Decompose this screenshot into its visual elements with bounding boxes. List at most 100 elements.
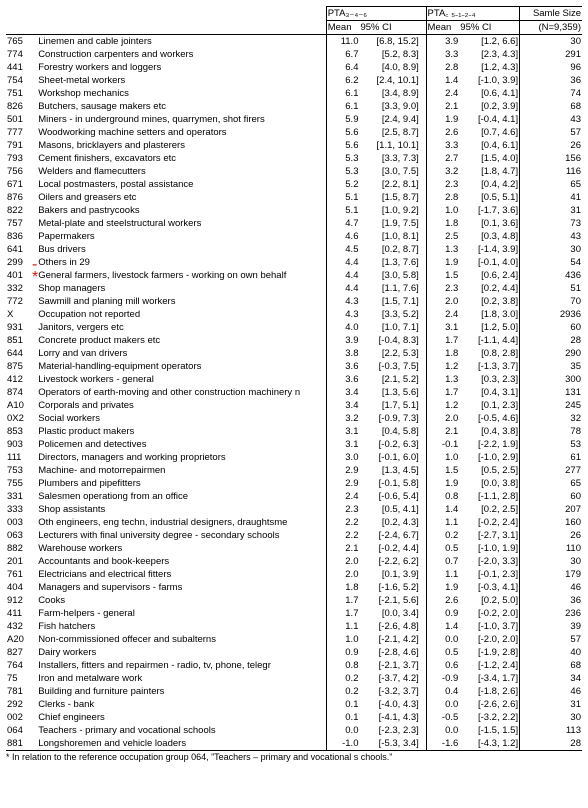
mean2-cell: 1.9: [426, 477, 459, 490]
table-row: 404Managers and supervisors - farms1.8[-…: [6, 581, 582, 594]
n-cell: 46: [520, 581, 582, 594]
mean1-cell: 2.3: [326, 503, 359, 516]
mean1-cell: 3.1: [326, 438, 359, 451]
mean1-cell: 2.9: [326, 477, 359, 490]
mean1-cell: 3.4: [326, 399, 359, 412]
code-cell: 882: [6, 542, 37, 555]
occupation-cell: Sheet-metal workers: [37, 74, 326, 87]
code-cell: 876: [6, 191, 37, 204]
code-cell: 903: [6, 438, 37, 451]
code-cell: X: [6, 308, 37, 321]
occupation-cell: General farmers, livestock farmers - wor…: [37, 269, 326, 282]
ci1-cell: [-2.2, 6.2]: [359, 555, 419, 568]
mean2-cell: 1.2: [426, 360, 459, 373]
n-cell: 207: [520, 503, 582, 516]
footnote: * In relation to the reference occupatio…: [6, 752, 582, 762]
table-row: 764Installers, fitters and repairmen - r…: [6, 659, 582, 672]
mean2-cell: 2.0: [426, 295, 459, 308]
code-cell: 791: [6, 139, 37, 152]
code-cell: 411: [6, 607, 37, 620]
ci2-cell: [0.8, 2.8]: [459, 347, 519, 360]
mean2-cell: 2.0: [426, 412, 459, 425]
ci2-cell: [-1.0, 3.9]: [459, 74, 519, 87]
mean2-cell: 1.0: [426, 451, 459, 464]
table-row: XOccupation not reported4.3[3.3, 5.2]2.4…: [6, 308, 582, 321]
occupation-cell: Masons, bricklayers and plasterers: [37, 139, 326, 152]
mean2-cell: 0.5: [426, 646, 459, 659]
ci1-cell: [-5.3, 3.4]: [359, 737, 419, 751]
n-cell: 68: [520, 100, 582, 113]
occupation-cell: Machine- and motorrepairmen: [37, 464, 326, 477]
ci2-cell: [0.4, 3.8]: [459, 425, 519, 438]
occupation-cell: Corporals and privates: [37, 399, 326, 412]
ci2-cell: [-1.0, 1.9]: [459, 542, 519, 555]
occupation-cell: Workshop mechanics: [37, 87, 326, 100]
table-row: 644Lorry and van drivers3.8[2.2, 5.3]1.8…: [6, 347, 582, 360]
table-row: 755Plumbers and pipefitters2.9[-0.1, 5.8…: [6, 477, 582, 490]
ci1-cell: [-2.1, 5.6]: [359, 594, 419, 607]
ci1-cell: [1.5, 8.7]: [359, 191, 419, 204]
n-cell: 30: [520, 35, 582, 49]
ci2-cell: [0.2, 3.9]: [459, 100, 519, 113]
n-cell: 46: [520, 685, 582, 698]
mean1-cell: 2.0: [326, 568, 359, 581]
n-cell: 60: [520, 321, 582, 334]
mean1-cell: 6.1: [326, 87, 359, 100]
code-cell: 063: [6, 529, 37, 542]
code-cell: 793: [6, 152, 37, 165]
ci2-cell: [0.3, 4.8]: [459, 230, 519, 243]
mean2-cell: 2.8: [426, 191, 459, 204]
code-cell: 751: [6, 87, 37, 100]
code-cell: 753: [6, 464, 37, 477]
ci2-cell: [0.2, 5.0]: [459, 594, 519, 607]
occupation-cell: Plastic product makers: [37, 425, 326, 438]
ci2-cell: [-2.0, 2.0]: [459, 633, 519, 646]
code-cell: 002: [6, 711, 37, 724]
mean2-cell: 1.4: [426, 503, 459, 516]
occupation-cell: Operators of earth-moving and other cons…: [37, 386, 326, 399]
table-row: 851Concrete product makers etc3.9[-0.4, …: [6, 334, 582, 347]
mean1-cell: 3.0: [326, 451, 359, 464]
ci2-cell: [-2.6, 2.6]: [459, 698, 519, 711]
code-cell: 827: [6, 646, 37, 659]
n-cell: 160: [520, 516, 582, 529]
occupation-cell: Dairy workers: [37, 646, 326, 659]
mean1-cell: 4.4: [326, 269, 359, 282]
table-row: 761Electricians and electrical fitters2.…: [6, 568, 582, 581]
ci2-cell: [-1.8, 2.6]: [459, 685, 519, 698]
code-cell: 836: [6, 230, 37, 243]
mean2-cell: 1.4: [426, 74, 459, 87]
occupation-cell: Longshoremen and vehicle loaders: [37, 737, 326, 751]
table-row: 333Shop assistants2.3[0.5, 4.1]1.4[0.2, …: [6, 503, 582, 516]
n-cell: 60: [520, 490, 582, 503]
table-row: 75Iron and metalware work0.2[-3.7, 4.2]-…: [6, 672, 582, 685]
mean1-cell: 0.2: [326, 685, 359, 698]
ci2-cell: [-2.0, 3.3]: [459, 555, 519, 568]
occupation-cell: Butchers, sausage makers etc: [37, 100, 326, 113]
ci2-cell: [0.2, 4.4]: [459, 282, 519, 295]
mean1-cell: 0.1: [326, 698, 359, 711]
occupation-cell: Managers and supervisors - farms: [37, 581, 326, 594]
occupation-cell: Miners - in underground mines, quarrymen…: [37, 113, 326, 126]
ci1-cell: [2.2, 8.1]: [359, 178, 419, 191]
mean2-cell: 2.8: [426, 61, 459, 74]
code-cell: 671: [6, 178, 37, 191]
ci2-cell: [0.6, 2.4]: [459, 269, 519, 282]
mean2-cell: 2.3: [426, 178, 459, 191]
mean2-cell: 1.9: [426, 113, 459, 126]
n-cell: 39: [520, 620, 582, 633]
mean1-cell: 4.4: [326, 282, 359, 295]
mean2-cell: -1.6: [426, 737, 459, 751]
header-pta346: PTA₃₋₄₋₆: [326, 7, 420, 21]
ci1-cell: [0.1, 3.9]: [359, 568, 419, 581]
ci2-cell: [0.2, 2.5]: [459, 503, 519, 516]
code-cell: 75: [6, 672, 37, 685]
mean1-cell: 4.3: [326, 308, 359, 321]
ci2-cell: [-0.1, 4.0]: [459, 256, 519, 269]
mean2-cell: -0.1: [426, 438, 459, 451]
table-row: 912Cooks1.7[-2.1, 5.6]2.6[0.2, 5.0]36: [6, 594, 582, 607]
code-cell: 777: [6, 126, 37, 139]
mean1-cell: 1.7: [326, 607, 359, 620]
occupation-cell: Oilers and greasers etc: [37, 191, 326, 204]
mean1-cell: 4.5: [326, 243, 359, 256]
